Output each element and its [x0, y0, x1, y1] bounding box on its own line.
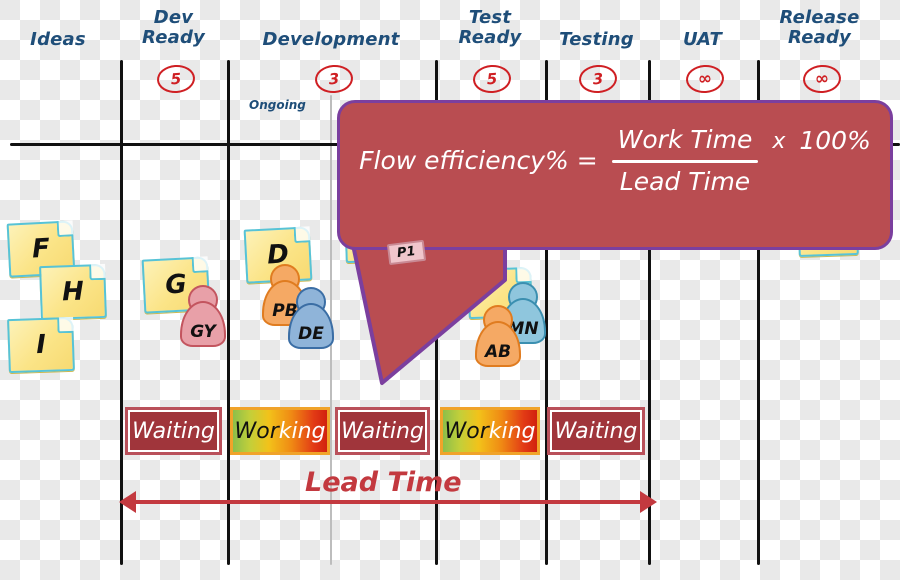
tag-p1-label: P1 — [396, 243, 417, 262]
column-header-release-ready-line-2: Ready — [788, 27, 851, 48]
column-header-test-ready-line-2: Ready — [458, 27, 522, 48]
formula-fraction-bar — [611, 160, 759, 163]
column-header-release-ready: Release Ready — [757, 8, 882, 48]
column-header-dev-ready: Dev Ready — [120, 8, 227, 48]
sticky-fold-icon — [89, 263, 106, 281]
avatar-gy[interactable]: GY — [180, 285, 226, 347]
formula-fraction: Work Time Lead Time — [611, 125, 759, 196]
status-dev-ready: Waiting — [125, 407, 222, 455]
wip-limit-test-ready: 5 — [472, 63, 512, 95]
card-f-label: F — [31, 233, 51, 265]
kanban-board: Ideas Dev Ready Development Test Ready T… — [0, 0, 900, 580]
status-dev-ready-label: Waiting — [132, 418, 215, 444]
column-header-test-ready: Test Ready — [435, 8, 545, 48]
card-h[interactable]: H — [39, 263, 107, 321]
column-divider-1 — [120, 60, 123, 565]
status-testing: Working — [440, 407, 540, 455]
column-header-dev-ready-line-1: Dev — [153, 7, 194, 28]
lead-time-label: Lead Time — [305, 467, 462, 498]
formula-multiply-sign: x — [772, 129, 786, 154]
callout-tail — [350, 240, 507, 385]
column-header-uat: UAT — [648, 30, 757, 50]
avatar-de[interactable]: DE — [288, 287, 334, 349]
status-test-ready: Waiting — [335, 407, 430, 455]
status-test-ready-label: Waiting — [341, 418, 424, 444]
development-sublabel-ongoing: Ongoing — [249, 98, 306, 112]
column-header-release-ready-line-1: Release — [779, 7, 860, 28]
column-header-testing-line-1: Testing — [559, 29, 634, 50]
card-h-label: H — [61, 276, 85, 308]
column-header-development-line-1: Development — [262, 29, 400, 50]
avatar-body-icon: GY — [180, 301, 226, 347]
formula-numerator: Work Time — [617, 125, 753, 154]
lead-time-arrow-head-right — [640, 491, 657, 513]
status-development-label-part-1: Wor — [234, 418, 279, 444]
status-testing-label-part-1: Wor — [444, 418, 489, 444]
wip-limit-dev-ready: 5 — [156, 63, 196, 95]
column-header-testing: Testing — [545, 30, 648, 50]
tag-p1[interactable]: P1 — [386, 239, 426, 266]
column-divider-2 — [227, 60, 230, 565]
status-testing-label-part-2: king — [488, 418, 536, 444]
card-i-label: I — [35, 329, 47, 361]
sticky-fold-icon — [56, 220, 74, 238]
sticky-fold-icon — [293, 226, 311, 244]
formula-percent: 100% — [799, 126, 871, 155]
column-header-ideas: Ideas — [0, 30, 116, 50]
wip-limit-release-ready: ∞ — [802, 63, 842, 95]
status-uat: Waiting — [547, 407, 645, 455]
column-header-ideas-line-1: Ideas — [30, 29, 86, 50]
sticky-fold-icon — [57, 316, 74, 334]
status-uat-label: Waiting — [554, 418, 638, 444]
formula-title: Flow efficiency% = — [359, 146, 598, 175]
sticky-fold-icon — [191, 256, 209, 274]
lead-time-arrow-line — [124, 500, 644, 504]
formula-denominator: Lead Time — [619, 167, 751, 196]
wip-limit-development: 3 — [314, 63, 354, 95]
avatar-de-label: DE — [298, 324, 324, 344]
column-header-dev-ready-line-2: Ready — [142, 27, 205, 48]
status-development: Working — [230, 407, 330, 455]
flow-efficiency-formula: Flow efficiency% = Work Time Lead Time x… — [340, 125, 890, 196]
column-header-development: Development — [227, 30, 435, 50]
column-header-uat-line-1: UAT — [683, 29, 722, 50]
wip-limit-uat: ∞ — [685, 63, 725, 95]
card-i[interactable]: I — [7, 316, 75, 374]
avatar-body-icon: DE — [288, 303, 334, 349]
column-header-test-ready-line-1: Test — [468, 7, 512, 28]
avatar-gy-label: GY — [190, 322, 216, 342]
lead-time-arrow-head-left — [119, 491, 136, 513]
wip-limit-testing: 3 — [578, 63, 618, 95]
status-development-label-part-2: king — [278, 418, 326, 444]
flow-efficiency-callout: Flow efficiency% = Work Time Lead Time x… — [337, 100, 893, 250]
